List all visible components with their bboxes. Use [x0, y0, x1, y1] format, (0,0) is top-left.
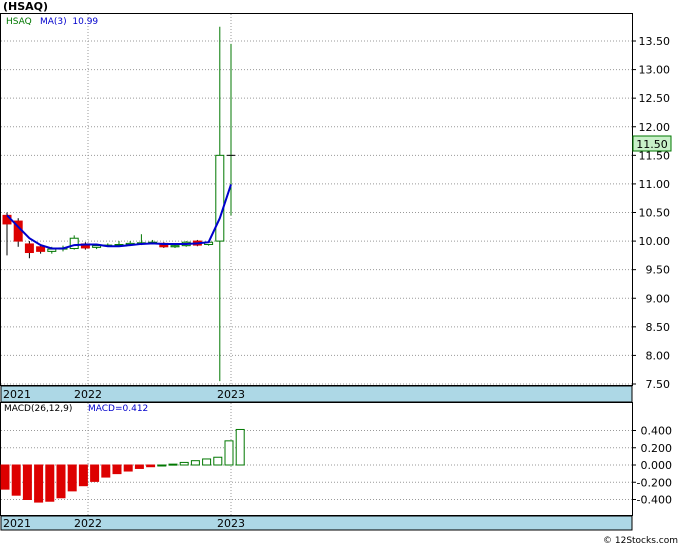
macd-bar — [190, 460, 200, 466]
macd-bar — [56, 464, 66, 499]
macd-y-tick-label: 0.000 — [641, 459, 673, 472]
price-y-tick-label: 11.00 — [639, 178, 671, 191]
macd-y-tick-label: 0.400 — [641, 425, 673, 438]
stock-chart: 2021 2022 2023 2021 2022 2023 13.50 13.00 12.5… — [0, 0, 680, 546]
macd-bar — [123, 464, 133, 472]
macd-bar — [78, 464, 88, 487]
macd-bar — [101, 464, 111, 478]
price-y-tick-label: 10.00 — [639, 235, 671, 248]
macd-bar — [67, 464, 77, 492]
time-axis-label: 2021 — [3, 517, 31, 530]
macd-bar — [235, 428, 245, 466]
macd-bar — [179, 461, 189, 466]
macd-bar — [224, 440, 234, 466]
price-y-tick-label: 13.00 — [639, 64, 671, 77]
macd-bar — [213, 456, 223, 466]
macd-bar — [45, 464, 55, 502]
macd-legend-value: MACD=0.412 — [88, 404, 148, 414]
price-y-tick-label: 9.50 — [646, 264, 671, 277]
legend-ma: MA(3) 10.99 — [40, 17, 98, 27]
candle-body — [215, 154, 225, 242]
macd-bar — [146, 464, 156, 468]
price-y-tick-label: 9.00 — [646, 292, 671, 305]
chart-title: (HSAQ) — [3, 0, 48, 13]
macd-bar — [157, 464, 167, 467]
macd-bar — [90, 464, 100, 482]
macd-panel-frame — [0, 402, 633, 516]
time-axis-label: 2021 — [3, 388, 31, 401]
macd-bar — [22, 464, 32, 500]
macd-bar — [0, 464, 10, 490]
price-y-tick-label: 8.50 — [646, 321, 671, 334]
last-price-value: 11.50 — [636, 138, 668, 151]
candle-body — [36, 246, 46, 252]
macd-y-tick-label: 0.200 — [641, 442, 673, 455]
price-y-tick-labels: 13.50 13.00 12.50 12.00 11.50 11.00 10.50 10.00… — [639, 35, 671, 391]
macd-bar — [202, 458, 212, 466]
macd-bar — [11, 464, 21, 496]
price-y-tick-label: 10.50 — [639, 207, 671, 220]
time-axis-label: 2022 — [74, 517, 102, 530]
price-y-tick-label: 12.00 — [639, 121, 671, 134]
candle-body — [170, 245, 180, 248]
price-y-tick-label: 13.50 — [639, 35, 671, 48]
time-axis-label: 2023 — [217, 517, 245, 530]
macd-y-tick-label: -0.200 — [637, 476, 672, 489]
time-axis-label: 2022 — [74, 388, 102, 401]
candle-body — [24, 243, 34, 254]
price-y-tick-label: 12.50 — [639, 92, 671, 105]
legend-symbol: HSAQ — [6, 17, 32, 27]
macd-y-tick-label: -0.400 — [637, 494, 672, 507]
macd-bar — [34, 464, 44, 503]
price-y-tick-label: 7.50 — [646, 378, 671, 391]
footer-credit: © 12Stocks.com — [603, 536, 678, 546]
chart-svg: 2021 2022 2023 2021 2022 2023 13.50 13.00 12.5… — [0, 0, 678, 546]
time-axis-label: 2023 — [217, 388, 245, 401]
macd-legend-params: MACD(26,12,9) — [4, 404, 72, 414]
macd-bar — [112, 464, 122, 475]
macd-bar — [168, 463, 178, 466]
price-y-tick-label: 8.00 — [646, 349, 671, 362]
macd-y-tick-labels: 0.400 0.200 0.000 -0.200 -0.400 — [637, 425, 672, 507]
macd-bar — [134, 464, 144, 469]
